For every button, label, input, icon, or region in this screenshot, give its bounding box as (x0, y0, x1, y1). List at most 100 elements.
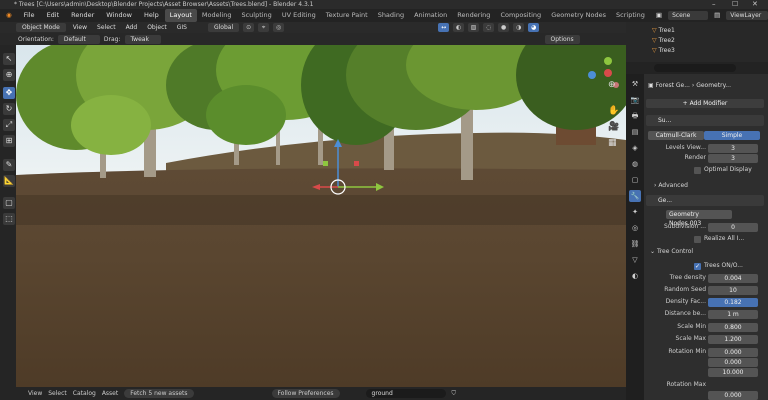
snap-icon[interactable]: ⌖ (258, 23, 270, 32)
data-tab-icon[interactable]: ▽ (629, 254, 641, 266)
menu-add[interactable]: Add (123, 24, 141, 31)
render-tab-icon[interactable]: 📷 (629, 94, 641, 106)
cursor-tool-icon[interactable]: ⊕ (3, 69, 15, 81)
wireframe-shading-icon[interactable]: ◌ (483, 23, 495, 32)
world-tab-icon[interactable]: ◍ (629, 158, 641, 170)
blender-logo-icon[interactable]: ◉ (0, 9, 18, 22)
workspace-tab-layout[interactable]: Layout (164, 9, 197, 22)
scale-tool-icon[interactable]: ⤢ (3, 119, 15, 131)
menu-catalog[interactable]: Catalog (73, 390, 96, 397)
simple-button[interactable]: Simple (704, 131, 760, 140)
rotation-min-y-field[interactable]: 0.000 (708, 357, 758, 367)
rendered-shading-icon[interactable]: ◕ (528, 23, 540, 32)
tool-tab-icon[interactable]: ⚒ (629, 78, 641, 90)
material-shading-icon[interactable]: ◑ (513, 23, 525, 32)
measure-tool-icon[interactable]: 📐 (3, 175, 15, 187)
view-layer-icon[interactable]: ▤ (708, 9, 726, 22)
view-layer-selector[interactable]: ViewLayer (726, 11, 768, 20)
menu-asset[interactable]: Asset (102, 390, 118, 397)
node-group-selector[interactable]: Geometry Nodes.003 (666, 210, 732, 227)
hand-pan-icon[interactable]: ✋ (608, 106, 622, 122)
close-icon[interactable]: ✕ (752, 0, 758, 9)
workspace-tab-sculpting[interactable]: Sculpting (236, 9, 276, 22)
workspace-tab-geometry-nodes[interactable]: Geometry Nodes (546, 9, 611, 22)
scene-selector[interactable]: Scene (668, 11, 709, 20)
random-seed-field[interactable]: 10 (708, 285, 758, 295)
rotation-min-z-field[interactable]: 10.000 (708, 367, 758, 377)
menu-view[interactable]: View (70, 24, 90, 31)
move-tool-icon[interactable]: ✥ (3, 87, 15, 99)
camera-view-icon[interactable]: 🎥 (608, 122, 622, 138)
tree-control-panel-toggle[interactable]: ⌄ Tree Control (644, 247, 768, 257)
pivot-icon[interactable]: ⊙ (243, 23, 255, 32)
follow-preferences-dropdown[interactable]: Follow Preferences (271, 389, 340, 398)
menu-gis[interactable]: GIS (174, 24, 190, 31)
transform-tool-icon[interactable]: ⊞ (3, 135, 15, 147)
filter-icon[interactable]: ⛉ (452, 390, 457, 398)
overlay-icon[interactable]: ◐ (453, 23, 465, 32)
workspace-tab-shading[interactable]: Shading (373, 9, 409, 22)
workspace-tab-scripting[interactable]: Scripting (611, 9, 650, 22)
workspace-tab-modeling[interactable]: Modeling (197, 9, 237, 22)
workspace-tab-rendering[interactable]: Rendering (452, 9, 495, 22)
perspective-icon[interactable]: ▦ (608, 138, 622, 154)
drag-dropdown[interactable]: Tweak (124, 34, 161, 44)
tweak-tool-icon[interactable]: ↖ (3, 53, 15, 65)
output-tab-icon[interactable]: 🖶 (629, 110, 641, 122)
xray-icon[interactable]: ▧ (468, 23, 480, 32)
advanced-panel-toggle[interactable]: › Advanced (644, 181, 768, 191)
object-tab-icon[interactable]: ▢ (629, 174, 641, 186)
rotation-max-x-field[interactable]: 0.000 (708, 390, 758, 400)
distance-field[interactable]: 1 m (708, 309, 758, 319)
menu-window[interactable]: Window (100, 9, 138, 22)
realize-all-checkbox[interactable] (694, 235, 701, 243)
add-object-tool-icon[interactable]: ⬚ (3, 213, 15, 225)
proportional-edit-icon[interactable]: ◎ (273, 23, 285, 32)
menu-select-assets[interactable]: Select (48, 390, 67, 397)
solid-shading-icon[interactable]: ● (498, 23, 510, 32)
optimal-display-checkbox[interactable] (694, 166, 701, 174)
scale-max-field[interactable]: 1.200 (708, 334, 758, 344)
modifier-tab-icon[interactable]: 🔧 (629, 190, 641, 202)
minimize-icon[interactable]: – (712, 0, 716, 9)
physics-tab-icon[interactable]: ◎ (629, 222, 641, 234)
workspace-tab-compositing[interactable]: Compositing (495, 9, 546, 22)
zoom-icon[interactable]: ⊕ (608, 80, 622, 96)
workspace-tab-animation[interactable]: Animation (409, 9, 452, 22)
geometry-nodes-modifier-header[interactable]: Ge... (646, 195, 764, 206)
maximize-icon[interactable]: ☐ (732, 0, 738, 9)
options-dropdown[interactable]: Options (544, 34, 580, 44)
catmull-clark-button[interactable]: Catmull-Clark (648, 131, 704, 140)
scale-min-field[interactable]: 0.800 (708, 322, 758, 332)
subdivision-field[interactable]: 0 (708, 222, 758, 232)
particles-tab-icon[interactable]: ✦ (629, 206, 641, 218)
rotate-tool-icon[interactable]: ↻ (3, 103, 15, 115)
workspace-tab-texture-paint[interactable]: Texture Paint (321, 9, 373, 22)
fetch-assets-button[interactable]: Fetch 5 new assets (124, 389, 194, 398)
show-gizmo-icon[interactable]: ↔ (438, 23, 450, 32)
add-modifier-button[interactable]: + Add Modifier (646, 99, 764, 108)
render-levels-field[interactable]: 3 (708, 153, 758, 163)
add-cube-tool-icon[interactable]: ▢ (3, 197, 15, 209)
rotation-min-x-field[interactable]: 0.000 (708, 347, 758, 357)
orientation-dropdown[interactable]: Default (57, 34, 100, 44)
levels-viewport-field[interactable]: 3 (708, 143, 758, 153)
tree-density-field[interactable]: 0.004 (708, 273, 758, 283)
outliner-item[interactable]: ▽ Tree1 (626, 26, 768, 35)
scene-icon[interactable]: ▣ (650, 9, 668, 22)
asset-search-input[interactable]: ground (365, 389, 446, 398)
properties-search-input[interactable] (654, 64, 736, 72)
menu-help[interactable]: Help (138, 9, 165, 22)
outliner-item[interactable]: ▽ Tree3 (626, 46, 768, 55)
constraints-tab-icon[interactable]: ⛓ (629, 238, 641, 250)
menu-file[interactable]: File (18, 9, 41, 22)
annotate-tool-icon[interactable]: ✎ (3, 159, 15, 171)
menu-object[interactable]: Object (144, 24, 170, 31)
menu-select[interactable]: Select (94, 24, 119, 31)
menu-edit[interactable]: Edit (41, 9, 66, 22)
menu-view-assets[interactable]: View (28, 390, 42, 397)
material-tab-icon[interactable]: ◐ (629, 270, 641, 282)
scene-tab-icon[interactable]: ◈ (629, 142, 641, 154)
subdivision-modifier-header[interactable]: Su... (646, 115, 764, 126)
outliner-item[interactable]: ▽ Tree2 (626, 36, 768, 45)
